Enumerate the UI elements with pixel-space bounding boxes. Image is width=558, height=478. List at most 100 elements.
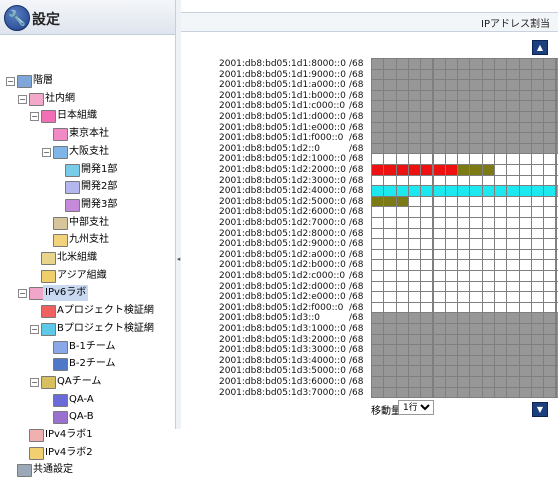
- tree-node-label: 東京本社: [69, 126, 109, 142]
- collapse-toggle-icon[interactable]: −: [30, 325, 39, 334]
- address-label: 2001:db8:bd05:1d2::0: [219, 144, 359, 154]
- address-label: 2001:db8:bd05:1d3:7000::0: [219, 388, 359, 398]
- grid-cell[interactable]: [543, 387, 556, 399]
- tree-node[interactable]: −階層: [0, 73, 175, 89]
- main-panel: IPアドレス割当 ▲ 2001:db8:bd05:1d1:8000::0/682…: [181, 0, 558, 429]
- tree-node[interactable]: 開発2部: [0, 179, 175, 195]
- grid-cell[interactable]: [433, 387, 446, 399]
- network-icon: [41, 110, 56, 123]
- tree-node-label: B-1チーム: [69, 339, 116, 355]
- collapse-toggle-icon[interactable]: −: [18, 289, 27, 298]
- grid-cell[interactable]: [531, 387, 544, 399]
- grid-cell[interactable]: [519, 387, 532, 399]
- tree-node[interactable]: IPv4ラボ2: [0, 445, 175, 461]
- tree-node[interactable]: 開発3部: [0, 197, 175, 213]
- tree-node[interactable]: − Bプロジェクト検証網: [0, 321, 175, 337]
- prefix-length: /68: [349, 80, 363, 90]
- tree-node-label: QAチーム: [57, 374, 101, 390]
- tree-node[interactable]: 開発1部: [0, 162, 175, 178]
- tree-node[interactable]: −社内網: [0, 91, 175, 107]
- tree-node[interactable]: −日本組織: [0, 108, 175, 124]
- address-label: 2001:db8:bd05:1d1:e000::0: [219, 123, 359, 133]
- prefix-length: /68: [349, 101, 363, 111]
- prefix-length: /68: [349, 165, 363, 175]
- address-label: 2001:db8:bd05:1d1:9000::0: [219, 70, 359, 80]
- tree-node-label: アジア組織: [57, 268, 107, 284]
- grid-cell[interactable]: [396, 387, 409, 399]
- grid-cell[interactable]: [457, 387, 470, 399]
- prefix-length: /68: [349, 335, 363, 345]
- panel-top: [181, 0, 558, 12]
- address-label: 2001:db8:bd05:1d2:6000::0: [219, 207, 359, 217]
- grid-cell[interactable]: [383, 387, 396, 399]
- prefix-length: /68: [349, 186, 363, 196]
- prefix-length: /68: [349, 123, 363, 133]
- tree-node[interactable]: 中部支社: [0, 215, 175, 231]
- tree-node[interactable]: 東京本社: [0, 126, 175, 142]
- scroll-down-button[interactable]: ▼: [532, 402, 548, 417]
- collapse-toggle-icon[interactable]: −: [30, 378, 39, 387]
- network-icon: [29, 93, 44, 106]
- address-label: 2001:db8:bd05:1d3:2000::0: [219, 335, 359, 345]
- tree-node[interactable]: B-2チーム: [0, 356, 175, 372]
- grid-cell[interactable]: [469, 387, 482, 399]
- tree-node[interactable]: −大阪支社: [0, 144, 175, 160]
- address-label: 2001:db8:bd05:1d3:6000::0: [219, 377, 359, 387]
- address-label: 2001:db8:bd05:1d1:d000::0: [219, 112, 359, 122]
- tree-node[interactable]: 共通設定: [0, 462, 175, 478]
- prefix-length: /68: [349, 218, 363, 228]
- prefix-length: /68: [349, 133, 363, 143]
- tree-node[interactable]: QA-A: [0, 392, 175, 408]
- address-label: 2001:db8:bd05:1d3:5000::0: [219, 366, 359, 376]
- address-label: 2001:db8:bd05:1d3:3000::0: [219, 345, 359, 355]
- tree-node[interactable]: − IPv6ラボ: [0, 285, 175, 301]
- prefix-length: /68: [349, 260, 363, 270]
- tree-node[interactable]: IPv4ラボ1: [0, 427, 175, 443]
- tree-node[interactable]: アジア組織: [0, 268, 175, 284]
- prefix-length: /68: [349, 345, 363, 355]
- grid-cell[interactable]: [494, 387, 507, 399]
- tree-node[interactable]: B-1チーム: [0, 339, 175, 355]
- users-icon: [17, 464, 32, 477]
- address-label: 2001:db8:bd05:1d2:c000::0: [219, 271, 359, 281]
- tree-node-label: 北米組織: [57, 250, 97, 266]
- grid-cell[interactable]: [506, 387, 519, 399]
- network-icon: [65, 181, 80, 194]
- address-label: 2001:db8:bd05:1d2:3000::0: [219, 176, 359, 186]
- network-icon: [29, 429, 44, 442]
- tree-node-label: IPv6ラボ: [43, 285, 88, 301]
- grid-cell[interactable]: [482, 387, 495, 399]
- address-label: 2001:db8:bd05:1d3::0: [219, 313, 359, 323]
- grid-cell[interactable]: [445, 387, 458, 399]
- collapse-toggle-icon[interactable]: −: [18, 95, 27, 104]
- address-label: 2001:db8:bd05:1d2:9000::0: [219, 239, 359, 249]
- tree-node[interactable]: Aプロジェクト検証網: [0, 303, 175, 319]
- grid-cell[interactable]: [371, 387, 384, 399]
- sidebar: 🔧 設定 −階層 −社内網−日本組織東京本社 −大阪支社開発1部開発2部開発3部中部…: [0, 0, 176, 429]
- prefix-length: /68: [349, 250, 363, 260]
- collapse-toggle-icon[interactable]: −: [42, 148, 51, 157]
- tree-node[interactable]: 北米組織: [0, 250, 175, 266]
- prefix-length: /68: [349, 366, 363, 376]
- address-label: 2001:db8:bd05:1d2:b000::0: [219, 260, 359, 270]
- prefix-length: /68: [349, 229, 363, 239]
- network-icon: [29, 447, 44, 460]
- network-icon: [53, 394, 68, 407]
- scroll-up-button[interactable]: ▲: [532, 40, 548, 55]
- sidebar-header: 🔧 設定: [0, 0, 175, 35]
- grid-cell[interactable]: [408, 387, 421, 399]
- collapse-toggle-icon[interactable]: −: [6, 77, 15, 86]
- tree-node-label: 開発2部: [81, 179, 117, 195]
- grid-cell[interactable]: [420, 387, 433, 399]
- tree-node-label: Bプロジェクト検証網: [57, 321, 154, 337]
- tree-node[interactable]: QA-B: [0, 409, 175, 425]
- prefix-length: /68: [349, 377, 363, 387]
- tree-node[interactable]: 九州支社: [0, 232, 175, 248]
- prefix-length: /68: [349, 282, 363, 292]
- prefix-length: /68: [349, 207, 363, 217]
- move-amount-select[interactable]: 1行: [398, 400, 434, 415]
- address-label: 2001:db8:bd05:1d1:a000::0: [219, 80, 359, 90]
- collapse-toggle-icon[interactable]: −: [30, 112, 39, 121]
- tree-node[interactable]: − QAチーム: [0, 374, 175, 390]
- panel-title-bar: IPアドレス割当: [181, 12, 558, 32]
